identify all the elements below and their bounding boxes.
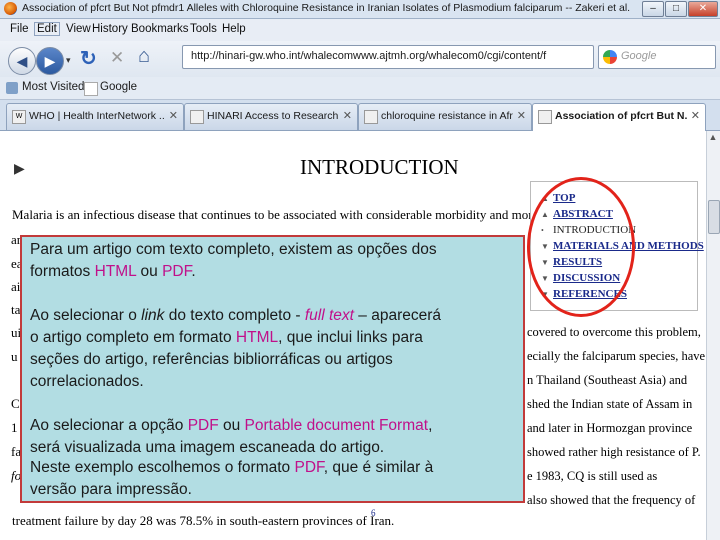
article-text-line: shed the Indian state of Assam in [527, 397, 693, 411]
reload-icon[interactable]: ↻ [80, 46, 97, 71]
forward-button[interactable]: ▶ [36, 47, 64, 75]
tab-close-icon[interactable]: ✕ [343, 109, 352, 122]
callout-line: versão para impressão. [30, 481, 192, 498]
article-fragment: 1 [11, 420, 18, 435]
menu-view[interactable]: View [66, 23, 91, 35]
callout-line: correlacionados. [30, 373, 144, 390]
scroll-up-arrow-icon[interactable]: ▲ [707, 132, 719, 144]
back-arrow-icon: ◀ [16, 53, 28, 69]
menu-bar: File Edit View History Bookmarks Tools H… [0, 19, 720, 41]
firefox-icon [4, 2, 17, 15]
article-text-line: Malaria is an infectious disease that co… [12, 207, 560, 222]
callout-line: Neste exemplo escolhemos o formato PDF, … [30, 459, 434, 476]
instruction-callout: Para um artigo com texto completo, exist… [20, 235, 525, 503]
callout-line: Ao selecionar o link do texto completo -… [30, 307, 441, 324]
menu-history[interactable]: History [92, 23, 128, 35]
search-placeholder: Google [621, 50, 657, 62]
article-text-line: also showed that the frequency of [527, 493, 696, 507]
tab-close-icon[interactable]: ✕ [169, 109, 178, 122]
article-fragment: u [11, 349, 18, 364]
menu-bookmarks[interactable]: Bookmarks [131, 23, 189, 35]
tab-hinari[interactable]: HINARI Access to Research ... ✕ [184, 103, 358, 130]
article-text-line: and later in Hormozgan province [527, 421, 693, 435]
stop-icon[interactable]: ✕ [110, 48, 124, 68]
tab-close-icon[interactable]: ✕ [517, 109, 526, 122]
tab-association-active[interactable]: Association of pfcrt But N... ✕ [532, 103, 706, 131]
close-button[interactable]: ✕ [688, 1, 718, 17]
article-text-line: ecially the falciparum species, have [527, 349, 706, 363]
callout-line: formatos HTML ou PDF. [30, 263, 196, 280]
article-fragment: ta [11, 302, 21, 317]
callout-line: Para um artigo com texto completo, exist… [30, 241, 437, 258]
google-bookmark-icon [84, 82, 98, 96]
title-bar: Association of pfcrt But Not pfmdr1 Alle… [0, 0, 720, 19]
google-icon [603, 50, 617, 64]
callout-line: seções do artigo, referências bibliorráf… [30, 351, 393, 368]
tab-who[interactable]: W WHO | Health InterNetwork ... ✕ [6, 103, 184, 130]
scrollbar-thumb[interactable] [708, 200, 720, 234]
bookmark-google[interactable]: Google [100, 81, 137, 93]
menu-tools[interactable]: Tools [190, 23, 217, 35]
search-box[interactable]: Google [598, 45, 716, 69]
article-fragment: C [11, 396, 20, 411]
page-favicon-icon [190, 110, 204, 124]
maximize-button[interactable]: □ [665, 1, 687, 17]
highlight-oval [527, 177, 635, 317]
minimize-button[interactable]: – [642, 1, 664, 17]
window-title: Association of pfcrt But Not pfmdr1 Alle… [22, 2, 632, 14]
tab-chloroquine[interactable]: chloroquine resistance in Afr... ✕ [358, 103, 532, 130]
home-icon[interactable]: ⌂ [138, 45, 150, 68]
article-text-line: e 1983, CQ is still used as [527, 469, 658, 483]
article-text-line: n Thailand (Southeast Asia) and [527, 373, 688, 387]
menu-file[interactable]: File [10, 23, 29, 35]
tab-close-icon[interactable]: ✕ [691, 109, 700, 122]
article-fragment: ai [11, 279, 21, 294]
page-favicon-icon [364, 110, 378, 124]
history-dropdown-icon[interactable]: ▾ [66, 55, 71, 66]
tab-label: HINARI Access to Research ... [207, 110, 339, 122]
menu-help[interactable]: Help [222, 23, 246, 35]
forward-arrow-icon: ▶ [44, 53, 56, 69]
menu-edit[interactable]: Edit [34, 22, 60, 36]
tab-label: chloroquine resistance in Afr... [381, 110, 513, 122]
tab-label: Association of pfcrt But N... [555, 110, 687, 122]
url-text: http://hinari-gw.who.int/whalecomwww.ajt… [191, 50, 547, 62]
callout-line: o artigo completo em formato HTML, que i… [30, 329, 423, 346]
back-button[interactable]: ◀ [8, 47, 36, 75]
page-favicon-icon [538, 110, 552, 124]
who-favicon-icon: W [12, 110, 26, 124]
tab-label: WHO | Health InterNetwork ... [29, 110, 165, 122]
vertical-scrollbar[interactable] [706, 131, 720, 540]
article-text-line: covered to overcome this problem, [527, 325, 701, 339]
most-visited-icon [6, 82, 18, 94]
section-heading: INTRODUCTION [300, 155, 459, 179]
url-bar[interactable]: http://hinari-gw.who.int/whalecomwww.ajt… [182, 45, 594, 69]
article-text-line: showed rather high resistance of P. [527, 445, 701, 459]
article-text-line: treatment failure by day 28 was 78.5% in… [12, 513, 395, 528]
callout-line: será visualizada uma imagem escaneada do… [30, 439, 385, 456]
footnote-link[interactable]: 6 [371, 508, 376, 518]
expand-arrow-icon[interactable]: ▶ [14, 160, 25, 177]
bookmark-most-visited[interactable]: Most Visited [22, 81, 84, 93]
callout-line: Ao selecionar a opção PDF ou Portable do… [30, 417, 433, 434]
